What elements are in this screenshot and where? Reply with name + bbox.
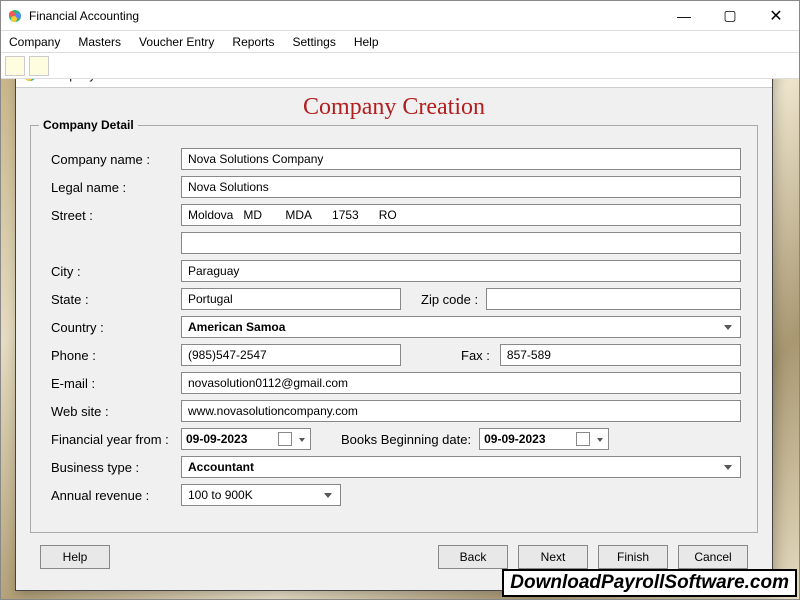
next-button[interactable]: Next: [518, 545, 588, 569]
menu-voucher[interactable]: Voucher Entry: [139, 35, 214, 49]
label-city: City :: [47, 264, 181, 279]
state-input[interactable]: Portugal: [181, 288, 401, 310]
label-website: Web site :: [47, 404, 181, 419]
menu-reports[interactable]: Reports: [232, 35, 274, 49]
books-date-value: 09-09-2023: [484, 432, 545, 446]
label-fin-year: Financial year from :: [47, 432, 181, 447]
books-date[interactable]: 09-09-2023: [479, 428, 609, 450]
annual-revenue-select[interactable]: 100 to 900K: [181, 484, 341, 506]
toolbar: [1, 53, 799, 79]
menu-help[interactable]: Help: [354, 35, 379, 49]
calendar-icon: [278, 432, 292, 446]
fin-year-date[interactable]: 09-09-2023: [181, 428, 311, 450]
legal-name-input[interactable]: Nova Solutions: [181, 176, 741, 198]
help-button[interactable]: Help: [40, 545, 110, 569]
dialog-icon: [22, 79, 38, 83]
label-zip: Zip code :: [401, 292, 486, 307]
finish-button[interactable]: Finish: [598, 545, 668, 569]
label-legal-name: Legal name :: [47, 180, 181, 195]
label-email: E-mail :: [47, 376, 181, 391]
zip-input[interactable]: [486, 288, 741, 310]
company-detail-group: Company Detail Company name : Nova Solut…: [30, 125, 758, 533]
maximize-button[interactable]: ▢: [707, 1, 753, 30]
calendar-icon: [576, 432, 590, 446]
country-select[interactable]: American Samoa: [181, 316, 741, 338]
label-street: Street :: [47, 208, 181, 223]
fin-year-value: 09-09-2023: [186, 432, 247, 446]
back-button[interactable]: Back: [438, 545, 508, 569]
menu-masters[interactable]: Masters: [78, 35, 121, 49]
toolbar-button-1[interactable]: [5, 56, 25, 76]
minimize-button[interactable]: —: [661, 1, 707, 30]
company-creation-dialog: Company Creation ✕ Company Creation Comp…: [15, 79, 773, 591]
watermark: DownloadPayrollSoftware.com: [502, 569, 797, 597]
label-annual-revenue: Annual revenue :: [47, 488, 181, 503]
main-titlebar: Financial Accounting — ▢ ✕: [1, 1, 799, 31]
dialog-titlebar: Company Creation ✕: [16, 79, 772, 88]
cancel-button[interactable]: Cancel: [678, 545, 748, 569]
menubar: Company Masters Voucher Entry Reports Se…: [1, 31, 799, 53]
dialog-title: Company Creation: [44, 79, 736, 82]
app-title: Financial Accounting: [29, 9, 661, 23]
street-input-1[interactable]: Moldova MD MDA 1753 RO: [181, 204, 741, 226]
phone-input[interactable]: (985)547-2547: [181, 344, 401, 366]
close-button[interactable]: ✕: [753, 1, 799, 30]
label-business-type: Business type :: [47, 460, 181, 475]
label-fax: Fax :: [401, 348, 500, 363]
fax-input[interactable]: 857-589: [500, 344, 741, 366]
email-input[interactable]: novasolution0112@gmail.com: [181, 372, 741, 394]
main-window: Financial Accounting — ▢ ✕ Company Maste…: [0, 0, 800, 600]
label-phone: Phone :: [47, 348, 181, 363]
label-country: Country :: [47, 320, 181, 335]
group-label: Company Detail: [39, 118, 138, 132]
label-state: State :: [47, 292, 181, 307]
website-input[interactable]: www.novasolutioncompany.com: [181, 400, 741, 422]
menu-settings[interactable]: Settings: [292, 35, 335, 49]
window-controls: — ▢ ✕: [661, 1, 799, 30]
client-area: Company Creation ✕ Company Creation Comp…: [1, 79, 799, 599]
city-input[interactable]: Paraguay: [181, 260, 741, 282]
label-books-date: Books Beginning date:: [311, 432, 479, 447]
business-type-select[interactable]: Accountant: [181, 456, 741, 478]
street-input-2[interactable]: [181, 232, 741, 254]
company-name-input[interactable]: Nova Solutions Company: [181, 148, 741, 170]
label-company-name: Company name :: [47, 152, 181, 167]
dialog-close-button[interactable]: ✕: [736, 79, 766, 83]
toolbar-button-2[interactable]: [29, 56, 49, 76]
app-icon: [7, 8, 23, 24]
menu-company[interactable]: Company: [9, 35, 60, 49]
